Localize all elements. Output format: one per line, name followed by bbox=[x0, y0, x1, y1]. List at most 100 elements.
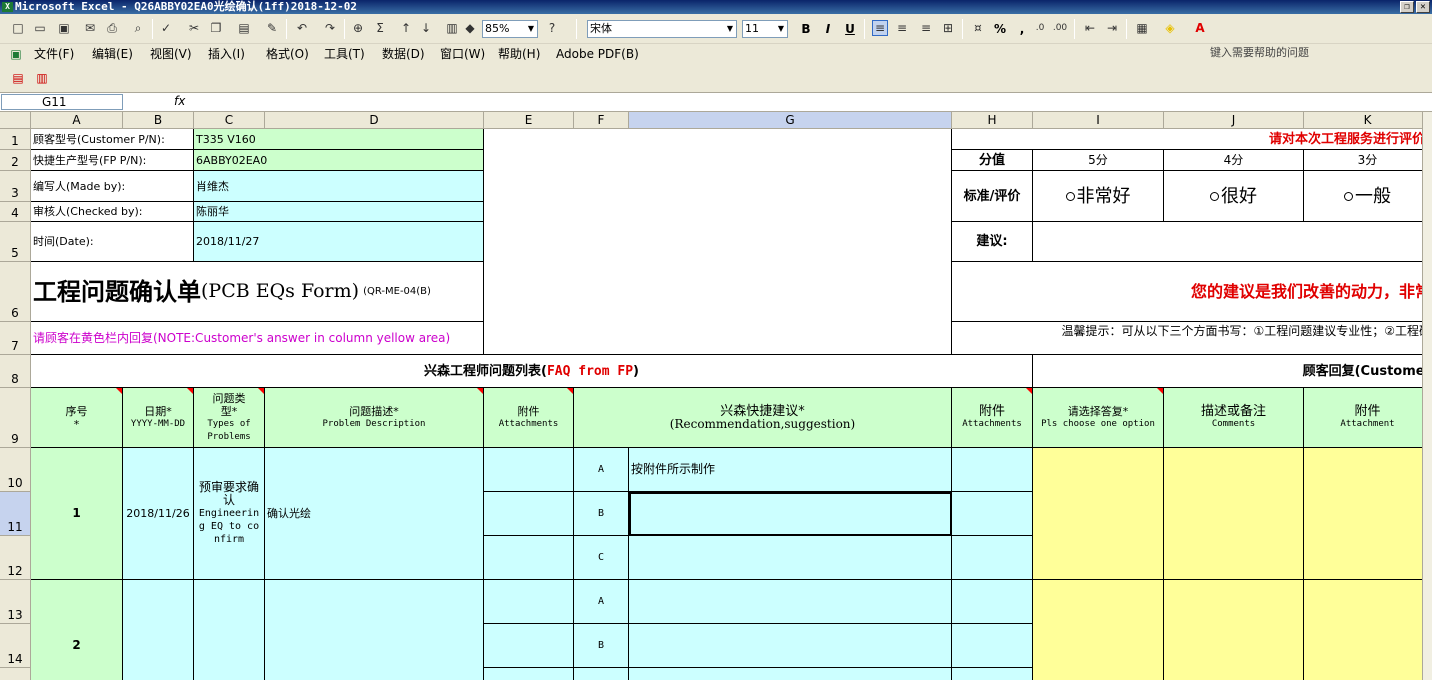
help-icon[interactable]: ? bbox=[544, 20, 560, 36]
align-center-icon[interactable]: ≡ bbox=[894, 20, 910, 36]
row-header-14[interactable]: 14 bbox=[0, 624, 31, 668]
increase-decimal-icon[interactable]: .0 bbox=[1032, 20, 1048, 36]
row1-desc[interactable]: 确认光绘 bbox=[265, 448, 484, 580]
row1-attach-a[interactable] bbox=[484, 448, 574, 492]
column-header-a[interactable]: A bbox=[31, 112, 123, 129]
align-right-icon[interactable]: ≡ bbox=[918, 20, 934, 36]
checked-by-value[interactable]: 陈丽华 bbox=[194, 202, 484, 222]
row2-attach2-b[interactable] bbox=[952, 624, 1033, 668]
row-header-15[interactable] bbox=[0, 668, 31, 680]
row2-rec-a[interactable] bbox=[629, 580, 952, 624]
menu-format[interactable]: 格式(O) bbox=[266, 46, 309, 62]
menu-edit[interactable]: 编辑(E) bbox=[92, 46, 133, 62]
column-header-e[interactable]: E bbox=[484, 112, 574, 129]
faq-title[interactable]: 兴森工程师问题列表(FAQ from FP) bbox=[31, 355, 1033, 388]
row-header-2[interactable]: 2 bbox=[0, 150, 31, 171]
row1-attach2-c[interactable] bbox=[952, 536, 1033, 580]
cut-icon[interactable]: ✂ bbox=[186, 20, 202, 36]
row-header-9[interactable]: 9 bbox=[0, 388, 31, 448]
row1-opt-b[interactable]: B bbox=[574, 492, 629, 536]
row2-rec-c[interactable] bbox=[629, 668, 952, 680]
drawing-icon[interactable]: ◆ bbox=[462, 20, 478, 36]
menu-tools[interactable]: 工具(T) bbox=[324, 46, 365, 62]
header-comments[interactable]: 描述或备注 Comments bbox=[1164, 388, 1304, 448]
row2-comments[interactable] bbox=[1164, 580, 1304, 680]
row1-rec-a[interactable]: 按附件所示制作 bbox=[629, 448, 952, 492]
font-size-combo[interactable]: 11 ▼ bbox=[742, 20, 788, 38]
help-search-input[interactable]: 键入需要帮助的问题 bbox=[1208, 45, 1386, 61]
radio-icon[interactable] bbox=[1210, 191, 1219, 201]
row2-attach3[interactable] bbox=[1304, 580, 1432, 680]
decrease-decimal-icon[interactable]: .00 bbox=[1052, 20, 1068, 36]
currency-icon[interactable]: ¤ bbox=[970, 20, 986, 36]
decrease-indent-icon[interactable]: ⇤ bbox=[1082, 20, 1098, 36]
permission-icon[interactable]: ✉ bbox=[82, 20, 98, 36]
menu-data[interactable]: 数据(D) bbox=[382, 46, 425, 62]
print-icon[interactable]: ⎙ bbox=[104, 20, 120, 36]
copy-icon[interactable]: ❐ bbox=[208, 20, 224, 36]
row1-attach2-a[interactable] bbox=[952, 448, 1033, 492]
row1-attach3[interactable] bbox=[1304, 448, 1432, 580]
customer-note[interactable]: 请顾客在黄色栏内回复(NOTE:Customer's answer in col… bbox=[31, 322, 484, 355]
sort-desc-icon[interactable]: ↓ bbox=[418, 20, 434, 36]
date-label[interactable]: 时间(Date): bbox=[31, 222, 194, 262]
underline-button[interactable]: U bbox=[840, 20, 860, 38]
menu-file[interactable]: 文件(F) bbox=[34, 46, 74, 62]
row-header-1[interactable]: 1 bbox=[0, 129, 31, 150]
form-title[interactable]: 工程问题确认单 (PCB EQs Form) (QR-ME-04(B) bbox=[31, 262, 484, 322]
header-choose[interactable]: 请选择答复* Pls choose one option bbox=[1033, 388, 1164, 448]
score-label[interactable]: 分值 bbox=[952, 150, 1033, 171]
header-date[interactable]: 日期* YYYY-MM-DD bbox=[123, 388, 194, 448]
open-icon[interactable]: ▭ bbox=[32, 20, 48, 36]
hyperlink-icon[interactable]: ⊕ bbox=[350, 20, 366, 36]
menu-window[interactable]: 窗口(W) bbox=[440, 46, 485, 62]
header-attach3[interactable]: 附件 Attachment bbox=[1304, 388, 1432, 448]
made-by-label[interactable]: 编写人(Made by): bbox=[31, 171, 194, 202]
row2-seq[interactable]: 2 bbox=[31, 580, 123, 680]
menu-help[interactable]: 帮助(H) bbox=[498, 46, 540, 62]
customer-pn-value[interactable]: T335 V160 bbox=[194, 129, 484, 150]
row1-opt-c[interactable]: C bbox=[574, 536, 629, 580]
blank-area[interactable] bbox=[484, 129, 952, 355]
row1-rec-c[interactable] bbox=[629, 536, 952, 580]
worksheet-grid[interactable]: A B C D E F G H I J K 1 2 3 4 5 6 7 8 9 … bbox=[0, 112, 1432, 680]
row-header-10[interactable]: 10 bbox=[0, 448, 31, 492]
row2-attach-a[interactable] bbox=[484, 580, 574, 624]
criteria-label[interactable]: 标准/评价 bbox=[952, 171, 1033, 222]
row2-opt-b[interactable]: B bbox=[574, 624, 629, 668]
paste-icon[interactable]: ▤ bbox=[236, 20, 252, 36]
format-painter-icon[interactable]: ✎ bbox=[264, 20, 280, 36]
header-type[interactable]: 问题类型* Types of Problems bbox=[194, 388, 265, 448]
row2-type[interactable] bbox=[194, 580, 265, 680]
radio-icon[interactable] bbox=[1065, 191, 1075, 201]
row2-opt-c[interactable] bbox=[574, 668, 629, 680]
row1-attach-b[interactable] bbox=[484, 492, 574, 536]
row-header-3[interactable]: 3 bbox=[0, 171, 31, 202]
percent-button[interactable]: % bbox=[990, 20, 1010, 38]
row2-date[interactable] bbox=[123, 580, 194, 680]
font-color-icon[interactable]: A bbox=[1192, 20, 1208, 36]
row-header-12[interactable]: 12 bbox=[0, 536, 31, 580]
column-header-b[interactable]: B bbox=[123, 112, 194, 129]
rating-very-good[interactable]: 非常好 bbox=[1033, 171, 1164, 222]
menu-insert[interactable]: 插入(I) bbox=[208, 46, 245, 62]
save-icon[interactable]: ▣ bbox=[56, 20, 72, 36]
row-header-7[interactable]: 7 bbox=[0, 322, 31, 355]
motivation-text[interactable]: 您的建议是我们改善的动力，非常 bbox=[952, 262, 1432, 322]
pdf-convert-icon[interactable]: ▤ bbox=[10, 70, 26, 86]
spelling-icon[interactable]: ✓ bbox=[158, 20, 174, 36]
date-value[interactable]: 2018/11/27 bbox=[194, 222, 484, 262]
row2-rec-b[interactable] bbox=[629, 624, 952, 668]
customer-pn-label[interactable]: 顾客型号(Customer P/N): bbox=[31, 129, 194, 150]
customer-reply-title[interactable]: 顾客回复(Customer bbox=[1033, 355, 1432, 388]
header-attach2[interactable]: 附件 Attachments bbox=[952, 388, 1033, 448]
bold-button[interactable]: B bbox=[796, 20, 816, 38]
name-box[interactable]: G11 bbox=[1, 94, 123, 110]
row2-opt-a[interactable]: A bbox=[574, 580, 629, 624]
sort-asc-icon[interactable]: ↑ bbox=[398, 20, 414, 36]
restore-button[interactable]: ❐ bbox=[1400, 1, 1414, 13]
score-5[interactable]: 5分 bbox=[1033, 150, 1164, 171]
column-header-j[interactable]: J bbox=[1164, 112, 1304, 129]
menu-adobe-pdf[interactable]: Adobe PDF(B) bbox=[556, 46, 639, 62]
pdf-email-icon[interactable]: ▥ bbox=[34, 70, 50, 86]
